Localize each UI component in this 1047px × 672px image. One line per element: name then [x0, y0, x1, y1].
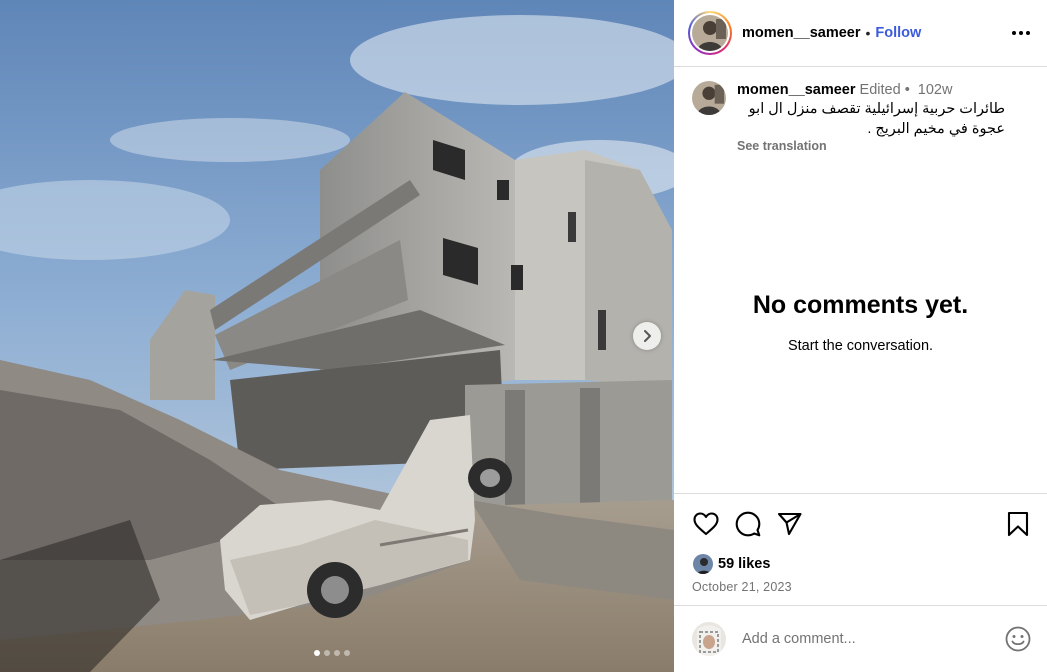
post-media[interactable]	[0, 0, 674, 672]
caption-avatar[interactable]	[692, 81, 726, 115]
likes-row: 59 likes	[674, 553, 1047, 575]
save-button[interactable]	[1003, 509, 1033, 539]
caption-body: momen__sameer Edited • 102w طائرات حربية…	[737, 81, 1027, 493]
share-icon	[777, 512, 802, 536]
caption-section: momen__sameer Edited • 102w طائرات حربية…	[674, 67, 1047, 493]
post-header: momen__sameer • Follow	[674, 0, 1047, 67]
post-sidebar: momen__sameer • Follow momen__sameer Edi…	[674, 0, 1047, 672]
post-date[interactable]: October 21, 2023	[674, 574, 1047, 594]
emoji-button[interactable]	[1005, 626, 1031, 652]
post-age[interactable]: 102w	[918, 82, 953, 98]
carousel-dot	[334, 650, 340, 656]
author-username[interactable]: momen__sameer	[742, 25, 861, 41]
caption-text: طائرات حربية إسرائيلية تقصف منزل ال ابو …	[748, 101, 1005, 137]
chevron-right-icon	[644, 330, 651, 342]
profile-photo	[692, 15, 728, 51]
emoji-icon	[1005, 626, 1031, 652]
no-comments-title: No comments yet.	[752, 291, 969, 319]
author-avatar[interactable]	[688, 11, 732, 55]
share-button[interactable]	[775, 509, 805, 539]
viewer-avatar	[692, 622, 726, 656]
see-translation-link[interactable]: See translation	[737, 139, 1027, 153]
like-button[interactable]	[691, 509, 721, 539]
carousel-dot	[344, 650, 350, 656]
liker-avatar[interactable]	[692, 553, 714, 575]
likes-count[interactable]: 59 likes	[718, 556, 770, 572]
heart-icon	[693, 512, 719, 536]
profile-photo	[693, 554, 713, 574]
bookmark-icon	[1007, 511, 1029, 537]
more-options-button[interactable]	[1009, 21, 1033, 45]
post-photo	[0, 0, 674, 672]
add-comment-bar	[674, 605, 1047, 672]
more-horizontal-icon	[1012, 31, 1030, 35]
post-actions-section: 59 likes October 21, 2023	[674, 493, 1047, 594]
header-separator: •	[865, 25, 871, 41]
meta-separator: •	[904, 82, 910, 98]
comment-icon	[735, 511, 761, 537]
profile-photo	[692, 81, 726, 115]
carousel-dot	[314, 650, 320, 656]
no-comments-subtitle: Start the conversation.	[787, 338, 934, 354]
action-bar	[674, 494, 1047, 554]
edited-label: Edited	[859, 82, 901, 98]
caption-username[interactable]: momen__sameer	[737, 82, 856, 98]
comment-input[interactable]	[742, 631, 972, 647]
carousel-next-button[interactable]	[633, 322, 661, 350]
carousel-dot	[324, 650, 330, 656]
profile-photo	[692, 622, 726, 656]
follow-button[interactable]: Follow	[875, 25, 921, 41]
empty-comments: No comments yet. Start the conversation.	[674, 291, 1047, 354]
comment-button[interactable]	[733, 509, 763, 539]
carousel-indicator	[314, 650, 350, 656]
